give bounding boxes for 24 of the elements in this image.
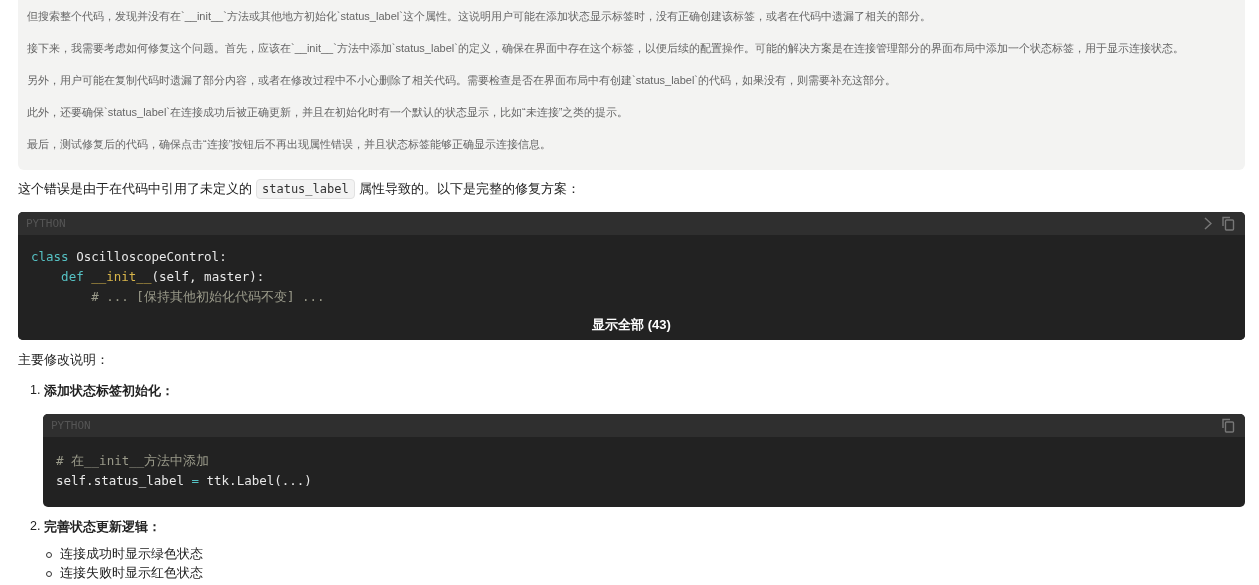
code-line: # ... [保持其他初始化代码不变] ... (90, 288, 326, 306)
list-number: 2. (30, 519, 41, 535)
copy-icon[interactable] (1222, 418, 1235, 433)
inline-code: status_label (256, 179, 355, 199)
copy-icon[interactable] (1222, 216, 1235, 231)
step-title: 完善状态更新逻辑： (44, 519, 162, 536)
code-line: self.status_label = ttk.Label(...) (56, 472, 313, 490)
answer-text: 属性导致的。以下是完整的修复方案： (358, 180, 580, 198)
reasoning-text: 此外，还要确保`status_label`在连接成功后被正确更新，并且在初始化时有一个默认的状态显示，比如“未连接”之类的提示。 (27, 105, 630, 120)
code-line: # 在__init__方法中添加 (56, 452, 211, 470)
reasoning-text: 但搜索整个代码，发现并没有在`__init__`方法或其他地方初始化`status_label`这个属性。这说明用户可能在添加状态显示标签时，没有正确创建该标签，或者在代码中遗漏了相关的部分。 (27, 9, 932, 24)
bullet-text: 连接失败时显示红色状态 (60, 565, 203, 582)
code-line: def __init__(self, master): (60, 268, 266, 286)
bullet-text: 连接成功时显示绿色状态 (60, 546, 203, 563)
reasoning-text: 另外，用户可能在复制代码时遗漏了部分内容，或者在修改过程中不小心删除了相关代码。需要检查是否在界面布局中有创建`status_label`的代码，如果没有，则需要补充这部分。 (27, 73, 898, 88)
show-all-button[interactable]: 显示全部 (43) (588, 316, 675, 334)
reasoning-text: 接下来，我需要考虑如何修复这个问题。首先，应该在`__init__`方法中添加`status_label`的定义，确保在界面中存在这个标签，以便后续的配置操作。可能的解决方案是在连接管理部分的界面布局中添加一个状态标签，用于显示连接状态。 (27, 41, 1185, 56)
section-heading: 主要修改说明： (18, 352, 110, 369)
code-line: class OscilloscopeControl: (31, 248, 228, 266)
reasoning-text: 最后，测试修复后的代码，确保点击“连接”按钮后不再出现属性错误，并且状态标签能够正确显示连接信息。 (27, 137, 553, 152)
answer-text: 这个错误是由于在代码中引用了未定义的 (18, 180, 252, 198)
step-title: 添加状态标签初始化： (44, 383, 175, 400)
chevron-right-icon[interactable] (1204, 217, 1212, 230)
list-number: 1. (30, 383, 41, 399)
